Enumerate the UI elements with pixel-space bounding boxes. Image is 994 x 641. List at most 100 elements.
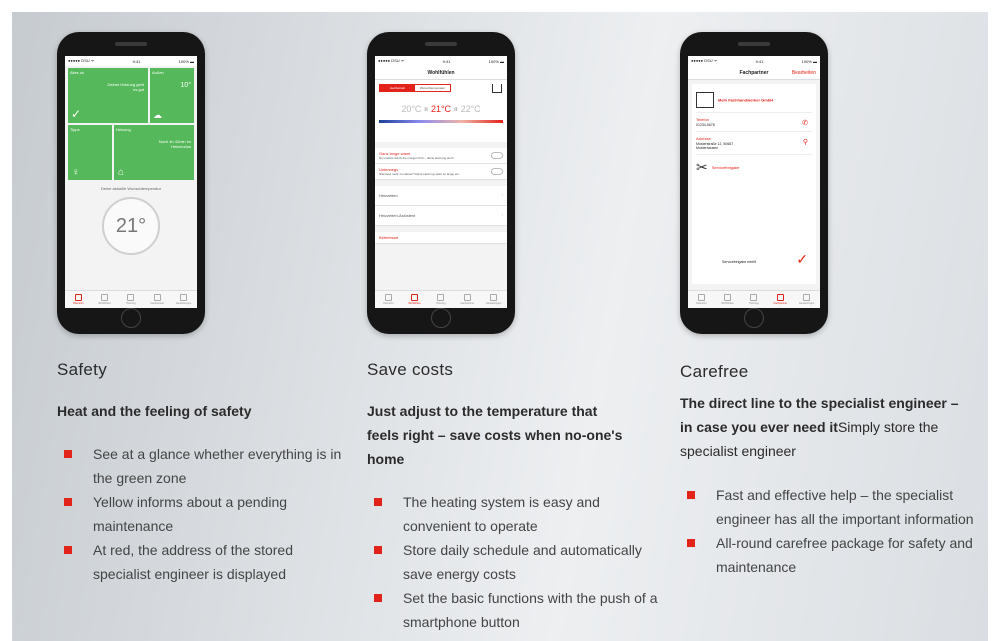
tab-partner[interactable]: Fachpartner: [150, 293, 165, 306]
tab-bar: Übersicht Wohlfühlen Heizung Fachpartner…: [65, 290, 197, 308]
segment-wish[interactable]: Wunschtemperatur: [415, 85, 450, 91]
partner-card: Mein Fachhandwerker GmbH Telefon 01234-5…: [692, 84, 816, 284]
service-status: Servicefreigabe erteilt: [722, 260, 756, 264]
nav-bar: Wohlfühlen: [375, 66, 507, 80]
temperature-dial[interactable]: 21°: [102, 197, 160, 255]
status-carrier: ●●●●● DSU ᯤ: [691, 58, 718, 63]
feature-heading: Save costs: [367, 360, 454, 379]
phone-caption: Telefon: [696, 117, 709, 122]
lead-bold: Heat and the feeling of safety: [57, 403, 252, 419]
screen-title: Wohlfühlen: [427, 69, 455, 76]
partner-company: Mein Fachhandwerker GmbH: [696, 88, 812, 113]
row-text: Niemand mehr zu Hause? Deine Heizung spa…: [379, 172, 460, 176]
tab-overview[interactable]: Übersicht: [381, 293, 395, 306]
heater-icon: [127, 293, 135, 301]
contact-icon: [776, 293, 784, 301]
tab-bar: Übersicht Wohlfühlen Heizung Fachpartner…: [688, 290, 820, 308]
edit-button[interactable]: Bearbeiten: [792, 70, 816, 76]
feature-lead: Heat and the feeling of safety: [57, 399, 349, 423]
bullet-item: Set the basic functions with the push of…: [367, 586, 662, 634]
phone-speaker: [425, 42, 457, 46]
toggle-switch[interactable]: [491, 152, 503, 159]
content-panel: ●●●●● DSU ᯤ 9:41 100% ▬ Alles ok Deiner …: [12, 12, 988, 641]
tab-settings[interactable]: Einstellungen: [486, 293, 501, 306]
tab-comfort[interactable]: Wohlfühlen: [408, 293, 422, 306]
address-value: Musterstraße 12, 50667 Musterhausen: [696, 142, 734, 150]
feature-bullets: The heating system is easy and convenien…: [367, 490, 662, 634]
tab-comfort[interactable]: Wohlfühlen: [721, 293, 735, 306]
bullet-item: See at a glance whether everything is in…: [57, 442, 352, 490]
gear-icon: [180, 293, 188, 301]
tile-text: Deiner Heizung geht es gut: [107, 82, 144, 92]
tab-label: Wohlfühlen: [408, 301, 421, 305]
outside-temperature: 10°: [180, 82, 191, 89]
row-operating-mode[interactable]: Betriebsart: [375, 232, 507, 244]
tab-overview[interactable]: Übersicht: [71, 293, 85, 306]
row-heating-assistant[interactable]: Heizzeiten-Assistent ›: [375, 206, 507, 226]
feature-heading: Carefree: [680, 362, 749, 381]
bullet-item: Fast and effective help – the specialist…: [680, 483, 975, 531]
nav-bar: Fachpartner Bearbeiten: [688, 66, 820, 80]
bullet-item: All-round carefree package for safety an…: [680, 531, 975, 579]
segment-heating[interactable]: Heizbetrieb: [380, 85, 415, 91]
row-text: Du machst durch die morgen früh – deine …: [379, 156, 455, 160]
partner-phone[interactable]: Telefon 01234-5678 ✆: [696, 113, 812, 132]
mode-segmented-control: Heizbetrieb Wunschtemperatur: [379, 84, 451, 92]
tile-outside[interactable]: Außen 10° ☁: [150, 68, 194, 123]
tile-title: Außen: [152, 70, 164, 75]
row-away[interactable]: Unterwegs Niemand mehr zu Hause? Deine H…: [375, 164, 507, 180]
thermometer-icon: [101, 293, 109, 301]
location-pin-icon[interactable]: ⚲: [803, 138, 808, 146]
tab-comfort[interactable]: Wohlfühlen: [98, 293, 112, 306]
house-icon: [492, 84, 502, 93]
tab-heating[interactable]: Heizung: [434, 293, 448, 306]
toggle-switch[interactable]: [491, 168, 503, 175]
feature-bullets: See at a glance whether everything is in…: [57, 442, 352, 586]
grid-icon: [384, 293, 392, 301]
status-bar: ●●●●● DSU ᯤ 9:41 100% ▬: [688, 56, 820, 66]
status-carrier: ●●●●● DSU ᯤ: [68, 58, 95, 63]
contact-icon: [463, 293, 471, 301]
tab-overview[interactable]: Übersicht: [694, 293, 708, 306]
tile-text: Noch 4h 42min im Heizmodus: [158, 139, 191, 149]
lead-bold: Just adjust to the temperature that feel…: [367, 403, 623, 467]
tab-label: Fachpartner: [150, 301, 165, 305]
chevron-right-icon: ›: [501, 192, 503, 197]
grid-icon: [697, 293, 705, 301]
home-button: [121, 308, 141, 328]
tile-heating[interactable]: Heizung Noch 4h 42min im Heizmodus ⌂: [114, 125, 194, 180]
tab-partner[interactable]: Fachpartner: [460, 293, 475, 306]
tile-title: Tipps: [70, 127, 80, 132]
status-battery: 100% ▬: [801, 58, 817, 64]
tab-heating[interactable]: Heizung: [747, 293, 761, 306]
partner-address[interactable]: Adresse Musterstraße 12, 50667 Musterhau…: [696, 132, 812, 155]
temp-low: 20°C: [401, 104, 422, 114]
lightbulb-icon: ♀: [72, 167, 80, 178]
thermometer-icon: [411, 293, 419, 301]
status-bar: ●●●●● DSU ᯤ 9:41 100% ▬: [65, 56, 197, 66]
tab-settings[interactable]: Einstellungen: [176, 293, 191, 306]
phone-screen-overview: ●●●●● DSU ᯤ 9:41 100% ▬ Alles ok Deiner …: [65, 56, 197, 308]
phone-icon[interactable]: ✆: [802, 119, 808, 127]
status-time: 9:41: [132, 58, 141, 64]
temp-current: 21°C: [430, 104, 452, 114]
bullet-item: At red, the address of the stored specia…: [57, 538, 352, 586]
tab-label: Heizung: [749, 301, 759, 305]
tile-title: Heizung: [116, 127, 131, 132]
status-time: 9:41: [442, 58, 451, 64]
status-battery: 100% ▬: [488, 58, 504, 64]
row-long-warm[interactable]: Ganz lange warm Du machst durch die morg…: [375, 148, 507, 164]
tile-tips[interactable]: Tipps ♀: [68, 125, 112, 180]
tab-partner[interactable]: Fachpartner: [773, 293, 787, 306]
tab-heating[interactable]: Heizung: [124, 293, 138, 306]
phone-value: 01234-5678: [696, 123, 715, 127]
phone-mockup-comfort: ●●●●● DSU ᯤ 9:41 100% ▬ Wohlfühlen Heizb…: [367, 32, 515, 334]
tab-label: Fachpartner: [460, 301, 475, 305]
row-label: Heizzeiten-Assistent: [379, 213, 416, 218]
row-heating-times[interactable]: Heizzeiten ›: [375, 186, 507, 206]
tile-title: Alles ok: [70, 70, 85, 75]
tile-all-ok[interactable]: Alles ok Deiner Heizung geht es gut ✓: [68, 68, 148, 123]
temperature-selector[interactable]: 20°C ⏸ 21°C ⏸ 22°C: [379, 104, 503, 115]
tab-settings[interactable]: Einstellungen: [799, 293, 814, 306]
weather-icon: ☁: [153, 110, 162, 120]
